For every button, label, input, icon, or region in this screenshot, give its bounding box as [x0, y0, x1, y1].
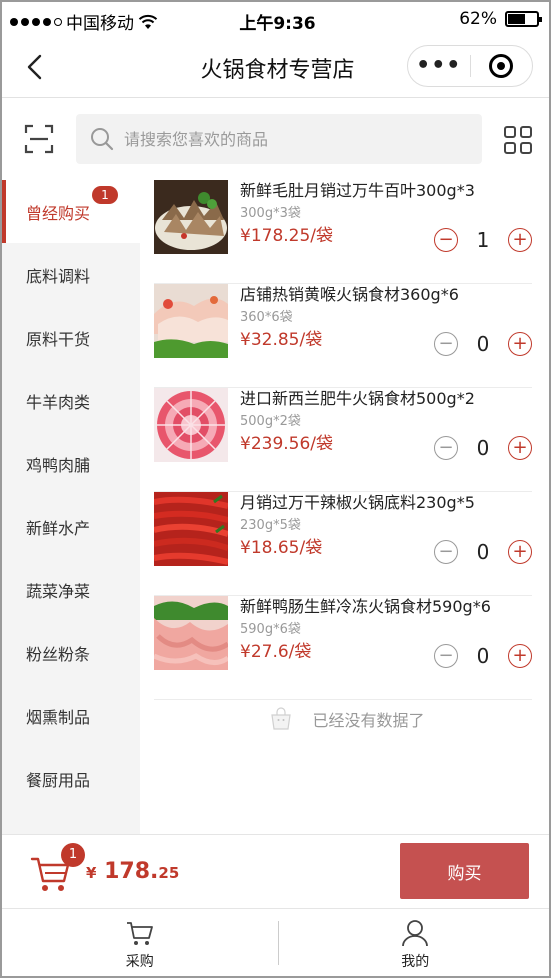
list-end-notice: 已经没有数据了 — [140, 704, 549, 734]
product-name: 月销过万干辣椒火锅底料230g*5 — [240, 493, 475, 512]
sidebar-item-label: 牛羊肉类 — [26, 392, 91, 412]
decrease-button[interactable]: − — [434, 436, 458, 460]
quantity-value: 0 — [476, 540, 490, 564]
tab-mine[interactable]: 我的 — [277, 909, 550, 976]
quantity-value: 0 — [476, 436, 490, 460]
product-image-tripe — [154, 180, 228, 254]
sidebar-item-label: 餐厨用品 — [26, 770, 91, 790]
decrease-button[interactable]: − — [434, 332, 458, 356]
quantity-value: 1 — [476, 228, 490, 252]
product-item[interactable]: 新鲜毛肚月销过万牛百叶300g*3 300g*3袋 ¥178.25/袋 − 1 … — [154, 180, 532, 284]
sidebar-item-smoked[interactable]: 烟熏制品 — [2, 684, 140, 747]
more-icon[interactable]: ••• — [408, 55, 470, 77]
search-row — [2, 98, 549, 180]
quantity-stepper: − 0 + — [434, 436, 532, 460]
quantity-stepper: − 1 + — [434, 228, 532, 252]
product-spec: 360*6袋 — [240, 310, 293, 325]
target-icon — [489, 54, 514, 78]
sidebar-item-noodles[interactable]: 粉丝粉条 — [2, 621, 140, 684]
app-frame: 中国移动 上午9:36 62% 火锅食材专营店 ••• 请搜索您喜欢的商品 曾经… — [0, 0, 551, 978]
empty-bag-icon — [271, 707, 292, 730]
sidebar-badge: 1 — [92, 186, 118, 204]
search-box[interactable] — [76, 114, 482, 164]
category-grid-icon[interactable] — [504, 126, 532, 154]
sidebar-item-label: 曾经购买 — [26, 203, 91, 223]
increase-button[interactable]: + — [508, 436, 532, 460]
decrease-button[interactable]: − — [434, 228, 458, 252]
close-target-button[interactable] — [471, 54, 533, 78]
quantity-stepper: − 0 + — [434, 540, 532, 564]
buy-button[interactable]: 购买 — [400, 843, 529, 899]
quantity-value: 0 — [476, 644, 490, 668]
sidebar-item-label: 底料调料 — [26, 266, 91, 286]
sidebar-item-label: 烟熏制品 — [26, 707, 91, 727]
product-name: 进口新西兰肥牛火锅食材500g*2 — [240, 389, 475, 408]
nav-bar: 火锅食材专营店 ••• — [2, 36, 549, 98]
currency-symbol: ¥ — [86, 864, 97, 882]
product-image-beef-slices — [154, 388, 228, 462]
sidebar-item-label: 鸡鸭肉脯 — [26, 455, 91, 475]
sidebar-item-purchased[interactable]: 曾经购买 1 — [2, 180, 140, 243]
product-spec: 230g*5袋 — [240, 518, 301, 533]
product-image-duck-intestine — [154, 596, 228, 670]
category-sidebar: 曾经购买 1 底料调料 原料干货 牛羊肉类 鸡鸭肉脯 新鲜水产 蔬菜净菜 粉丝粉… — [2, 180, 140, 834]
product-item[interactable]: 新鲜鸭肠生鲜冷冻火锅食材590g*6 590g*6袋 ¥27.6/袋 − 0 + — [154, 596, 532, 700]
status-bar: 中国移动 上午9:36 62% — [2, 2, 549, 36]
product-item[interactable]: 月销过万干辣椒火锅底料230g*5 230g*5袋 ¥18.65/袋 − 0 + — [154, 492, 532, 596]
decrease-button[interactable]: − — [434, 644, 458, 668]
cart-outline-icon — [126, 922, 153, 945]
sidebar-item-seafood[interactable]: 新鲜水产 — [2, 495, 140, 558]
quantity-value: 0 — [476, 332, 490, 356]
scan-icon[interactable] — [24, 124, 54, 154]
cart-total: ¥ 178.25 — [86, 859, 179, 884]
quantity-stepper: − 0 + — [434, 332, 532, 356]
search-icon — [91, 128, 114, 151]
battery-icon — [505, 11, 542, 27]
tab-bar: 采购 我的 — [2, 908, 550, 976]
product-spec: 500g*2袋 — [240, 414, 301, 429]
product-image-tripe-aorta — [154, 284, 228, 358]
sidebar-item-label: 蔬菜净菜 — [26, 581, 91, 601]
sidebar-item-poultry[interactable]: 鸡鸭肉脯 — [2, 432, 140, 495]
search-input[interactable] — [124, 129, 454, 149]
sidebar-item-seasoning[interactable]: 底料调料 — [2, 243, 140, 306]
product-item[interactable]: 进口新西兰肥牛火锅食材500g*2 500g*2袋 ¥239.56/袋 − 0 … — [154, 388, 532, 492]
sidebar-item-dry-goods[interactable]: 原料干货 — [2, 306, 140, 369]
sidebar-item-beef-mutton[interactable]: 牛羊肉类 — [2, 369, 140, 432]
sidebar-item-kitchenware[interactable]: 餐厨用品 — [2, 747, 140, 810]
user-icon — [402, 920, 429, 947]
increase-button[interactable]: + — [508, 332, 532, 356]
tab-purchase[interactable]: 采购 — [2, 909, 278, 976]
sidebar-item-vegetables[interactable]: 蔬菜净菜 — [2, 558, 140, 621]
list-end-text: 已经没有数据了 — [312, 711, 425, 730]
cart-bar: 1 ¥ 178.25 购买 — [2, 834, 549, 908]
sidebar-item-label: 粉丝粉条 — [26, 644, 91, 664]
product-spec: 300g*3袋 — [240, 206, 301, 221]
product-name: 新鲜毛肚月销过万牛百叶300g*3 — [240, 181, 475, 200]
increase-button[interactable]: + — [508, 228, 532, 252]
battery-percent: 62% — [459, 9, 497, 29]
sidebar-item-label: 原料干货 — [26, 329, 91, 349]
product-item[interactable]: 店铺热销黄喉火锅食材360g*6 360*6袋 ¥32.85/袋 − 0 + — [154, 284, 532, 388]
sidebar-item-label: 新鲜水产 — [26, 518, 91, 538]
tab-label: 采购 — [125, 954, 154, 970]
decrease-button[interactable]: − — [434, 540, 458, 564]
product-spec: 590g*6袋 — [240, 622, 301, 637]
product-name: 店铺热销黄喉火锅食材360g*6 — [240, 285, 459, 304]
product-list: 新鲜毛肚月销过万牛百叶300g*3 300g*3袋 ¥178.25/袋 − 1 … — [154, 180, 532, 700]
miniprogram-capsule: ••• — [407, 45, 533, 87]
product-name: 新鲜鸭肠生鲜冷冻火锅食材590g*6 — [240, 597, 491, 616]
status-right: 62% — [459, 9, 542, 29]
total-amount: 178. — [104, 859, 159, 884]
increase-button[interactable]: + — [508, 540, 532, 564]
quantity-stepper: − 0 + — [434, 644, 532, 668]
tab-label: 我的 — [401, 954, 430, 970]
product-image-chili — [154, 492, 228, 566]
increase-button[interactable]: + — [508, 644, 532, 668]
cart-badge: 1 — [61, 843, 85, 867]
total-cents: 25 — [158, 864, 180, 882]
